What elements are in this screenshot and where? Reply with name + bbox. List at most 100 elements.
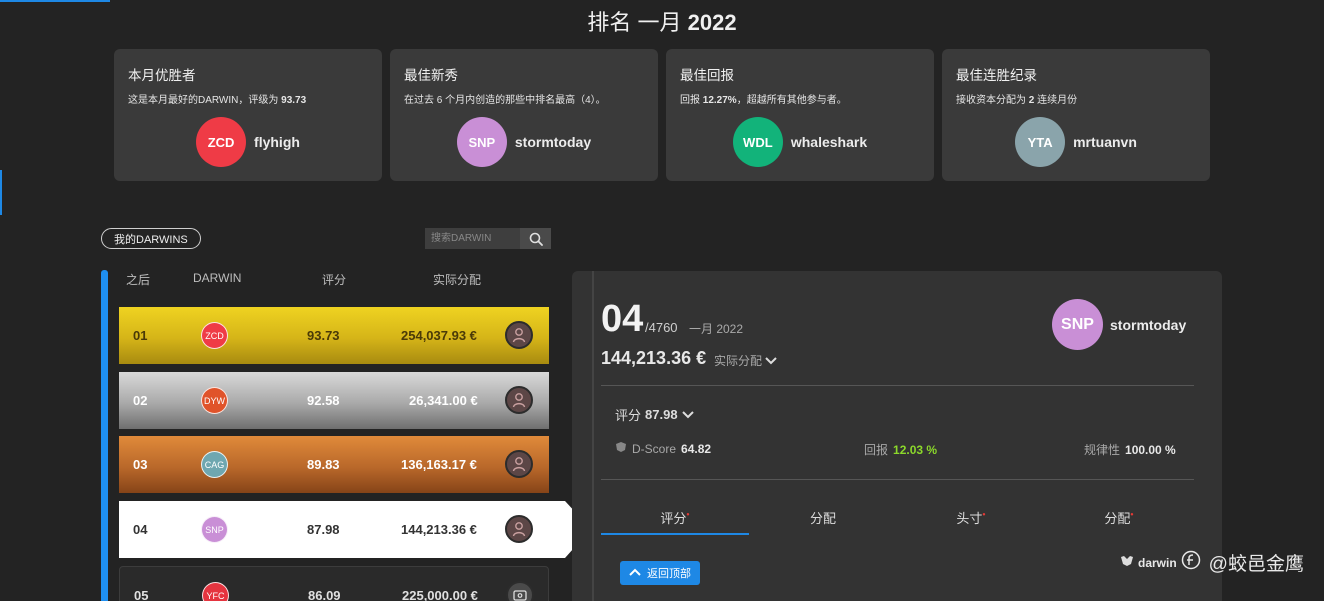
tab-allocation[interactable]: 分配 [749,508,897,527]
regularity-metric: 规律性 100.00 % [1084,441,1176,458]
rank-number: 01 [133,328,148,343]
wallet-icon[interactable] [506,581,534,601]
detail-total-count: /4760 [645,320,678,335]
page-title-prefix: 排名 一月 [587,10,682,35]
my-darwins-button[interactable]: 我的DARWINS [101,228,201,249]
award-title: 最佳回报 [680,68,734,83]
dscore-label: D-Score [632,441,677,456]
ranking-row[interactable]: 01 ZCD 93.73 254,037.93 € [119,307,549,364]
chevron-down-icon [765,354,777,368]
darwin-avatar: SNP [201,516,228,543]
regularity-value: 100.00 % [1125,442,1176,457]
shield-icon [615,441,627,456]
rank-number: 02 [133,393,148,408]
avatar: YTA [1015,117,1066,167]
watermark-brand: darwin [1138,555,1177,570]
tab-allocation-2[interactable]: 分配• [1045,508,1193,527]
rank-number: 04 [133,522,148,537]
watermark: darwin @蛟邑金鹰 [1120,549,1304,576]
return-metric: 回报 12.03 % [864,441,937,458]
ranking-table-header: 之后 DARWIN 评分 实际分配 [119,271,549,289]
score-value: 89.83 [307,457,340,472]
investor-icon[interactable] [505,321,533,349]
avatar: SNP [456,117,507,167]
award-cards: 本月优胜者 这是本月最好的DARWIN，评级为 93.73 ZCD flyhig… [114,49,1210,181]
allocation-value: 26,341.00 € [409,393,478,408]
allocation-value: 225,000.00 € [402,588,478,601]
award-card-best-return[interactable]: 最佳回报 回报 12.27%，超越所有其他参与者。 WDL whaleshark [666,49,934,181]
darwin-avatar: YFC [202,582,229,601]
ranking-row-selected[interactable]: 04 SNP 87.98 144,213.36 € [119,501,574,558]
ranking-row[interactable]: 03 CAG 89.83 136,163.17 € [119,436,549,493]
rank-number: 05 [134,588,149,601]
award-card-best-streak[interactable]: 最佳连胜纪录 接收资本分配为 2 连续月份 YTA mrtuanvn [942,49,1210,181]
column-header-allocation: 实际分配 [433,273,482,287]
allocation-value: 254,037.93 € [401,328,477,343]
search-input[interactable] [425,228,520,249]
ranking-row[interactable]: 05 YFC 86.09 225,000.00 € [119,566,549,601]
investor-icon[interactable] [505,386,533,414]
detail-username[interactable]: stormtoday [1110,317,1186,333]
allocation-value: 136,163.17 € [401,457,477,472]
score-value: 86.09 [308,588,341,601]
back-to-top-label: 返回顶部 [647,568,691,580]
ranking-row[interactable]: 02 DYW 92.58 26,341.00 € [119,372,549,429]
award-username[interactable]: flyhigh [254,134,300,150]
award-description: 在过去 6 个月内创造的那些中排名最高（4）。 [404,95,606,106]
weibo-icon [1181,550,1201,575]
award-user[interactable]: ZCD flyhigh [114,117,382,167]
award-user[interactable]: YTA mrtuanvn [942,117,1210,167]
divider [601,479,1194,480]
tab-positions[interactable]: 头寸• [897,508,1045,527]
rank-number: 03 [133,457,148,472]
award-user[interactable]: WDL whaleshark [666,117,934,167]
allocation-dropdown[interactable]: 实际分配 [714,352,777,369]
avatar: SNP [1052,299,1103,350]
darwin-avatar: CAG [201,451,228,478]
tab-score[interactable]: 评分• [601,508,749,527]
avatar: ZCD [196,117,247,167]
avatar: WDL [732,117,783,167]
back-to-top-button[interactable]: 返回顶部 [620,561,700,585]
chevron-up-icon [629,567,641,579]
return-value: 12.03 % [893,442,938,457]
page-title-year: 2022 [687,10,737,35]
detail-tabs: 评分• 分配 头寸• 分配• [601,508,1194,536]
award-description: 这是本月最好的DARWIN，评级为 93.73 [128,95,307,106]
divider [601,385,1194,386]
score-value: 87.98 [307,522,340,537]
regularity-label: 规律性 [1084,443,1121,457]
darwin-avatar: DYW [201,387,228,414]
allocation-value: 144,213.36 € [401,522,477,537]
darwin-avatar: ZCD [201,322,228,349]
detail-month: 一月 2022 [689,322,744,336]
award-user[interactable]: SNP stormtoday [390,117,658,167]
award-description: 回报 12.27%，超越所有其他参与者。 [680,95,847,106]
score-dropdown[interactable]: 评分 87.98 [615,405,694,424]
award-title: 最佳连胜纪录 [956,68,1037,83]
top-accent-line [0,0,110,2]
award-username[interactable]: stormtoday [515,134,591,150]
award-username[interactable]: whaleshark [791,134,867,150]
darwin-logo-icon [1120,554,1134,572]
detail-divider [592,271,594,601]
award-title: 本月优胜者 [128,68,196,83]
detail-user[interactable]: SNP stormtoday [1052,299,1186,350]
investor-icon[interactable] [505,450,533,478]
column-header-score: 评分 [322,273,347,287]
search-box [425,228,551,249]
score-value: 93.73 [307,328,340,343]
watermark-handle: @蛟邑金鹰 [1208,554,1304,575]
award-username[interactable]: mrtuanvn [1073,134,1137,150]
score-value: 87.98 [645,407,678,422]
dscore-value: 64.82 [681,441,712,456]
investor-icon[interactable] [505,515,533,543]
search-icon[interactable] [520,228,551,249]
allocation-dropdown-label: 实际分配 [714,354,763,368]
award-card-monthly-winner[interactable]: 本月优胜者 这是本月最好的DARWIN，评级为 93.73 ZCD flyhig… [114,49,382,181]
left-accent-line [0,170,2,215]
award-card-best-rookie[interactable]: 最佳新秀 在过去 6 个月内创造的那些中排名最高（4）。 SNP stormto… [390,49,658,181]
score-label: 评分 [615,408,642,423]
award-description: 接收资本分配为 2 连续月份 [956,95,1078,106]
active-tab-indicator [601,533,749,535]
